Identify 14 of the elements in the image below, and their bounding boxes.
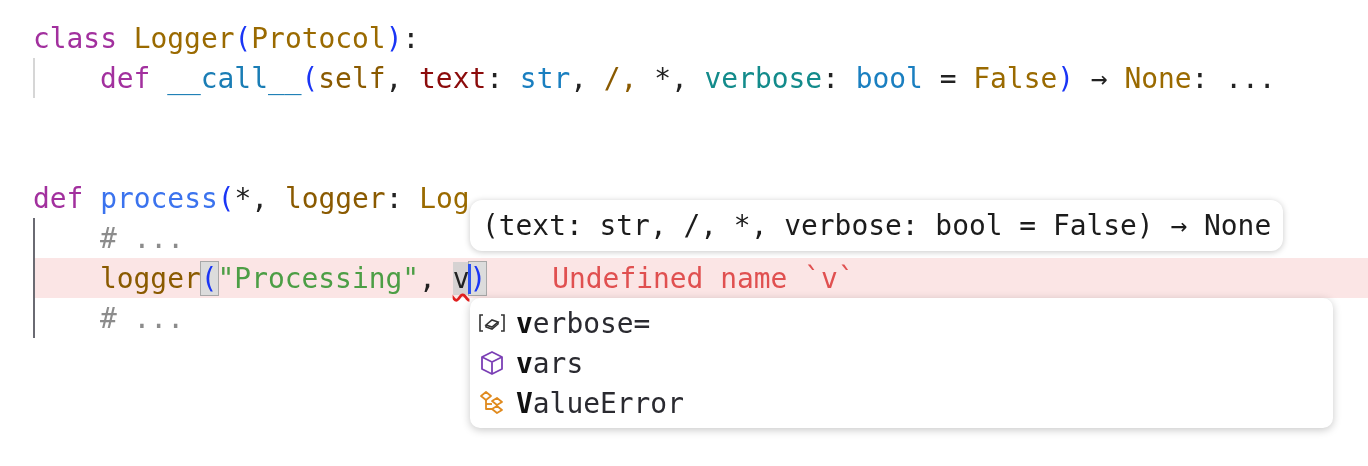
completion-item[interactable]: verbose=	[516, 306, 651, 340]
code-line: # ...	[99, 301, 184, 335]
code-line: # ...	[99, 221, 184, 255]
completion-item[interactable]: vars	[516, 346, 584, 380]
cube-icon	[478, 349, 506, 377]
code-line: def __call__(self, text: str, /, *, verbose: bool = False) → None: ...	[99, 61, 1276, 95]
parameter-icon	[478, 311, 506, 335]
code-line: class Logger(Protocol):	[33, 21, 420, 55]
signature-tooltip: (text: str, /, *, verbose: bool = False) → None	[470, 200, 1284, 251]
code-line: logger("Processing", v)	[99, 261, 487, 295]
completion-item[interactable]: ValueError	[516, 386, 684, 420]
code-line: def process(*, logger: Log	[33, 181, 470, 215]
error-message: Undefined name `v`	[552, 261, 855, 295]
class-hierarchy-icon	[478, 389, 506, 417]
